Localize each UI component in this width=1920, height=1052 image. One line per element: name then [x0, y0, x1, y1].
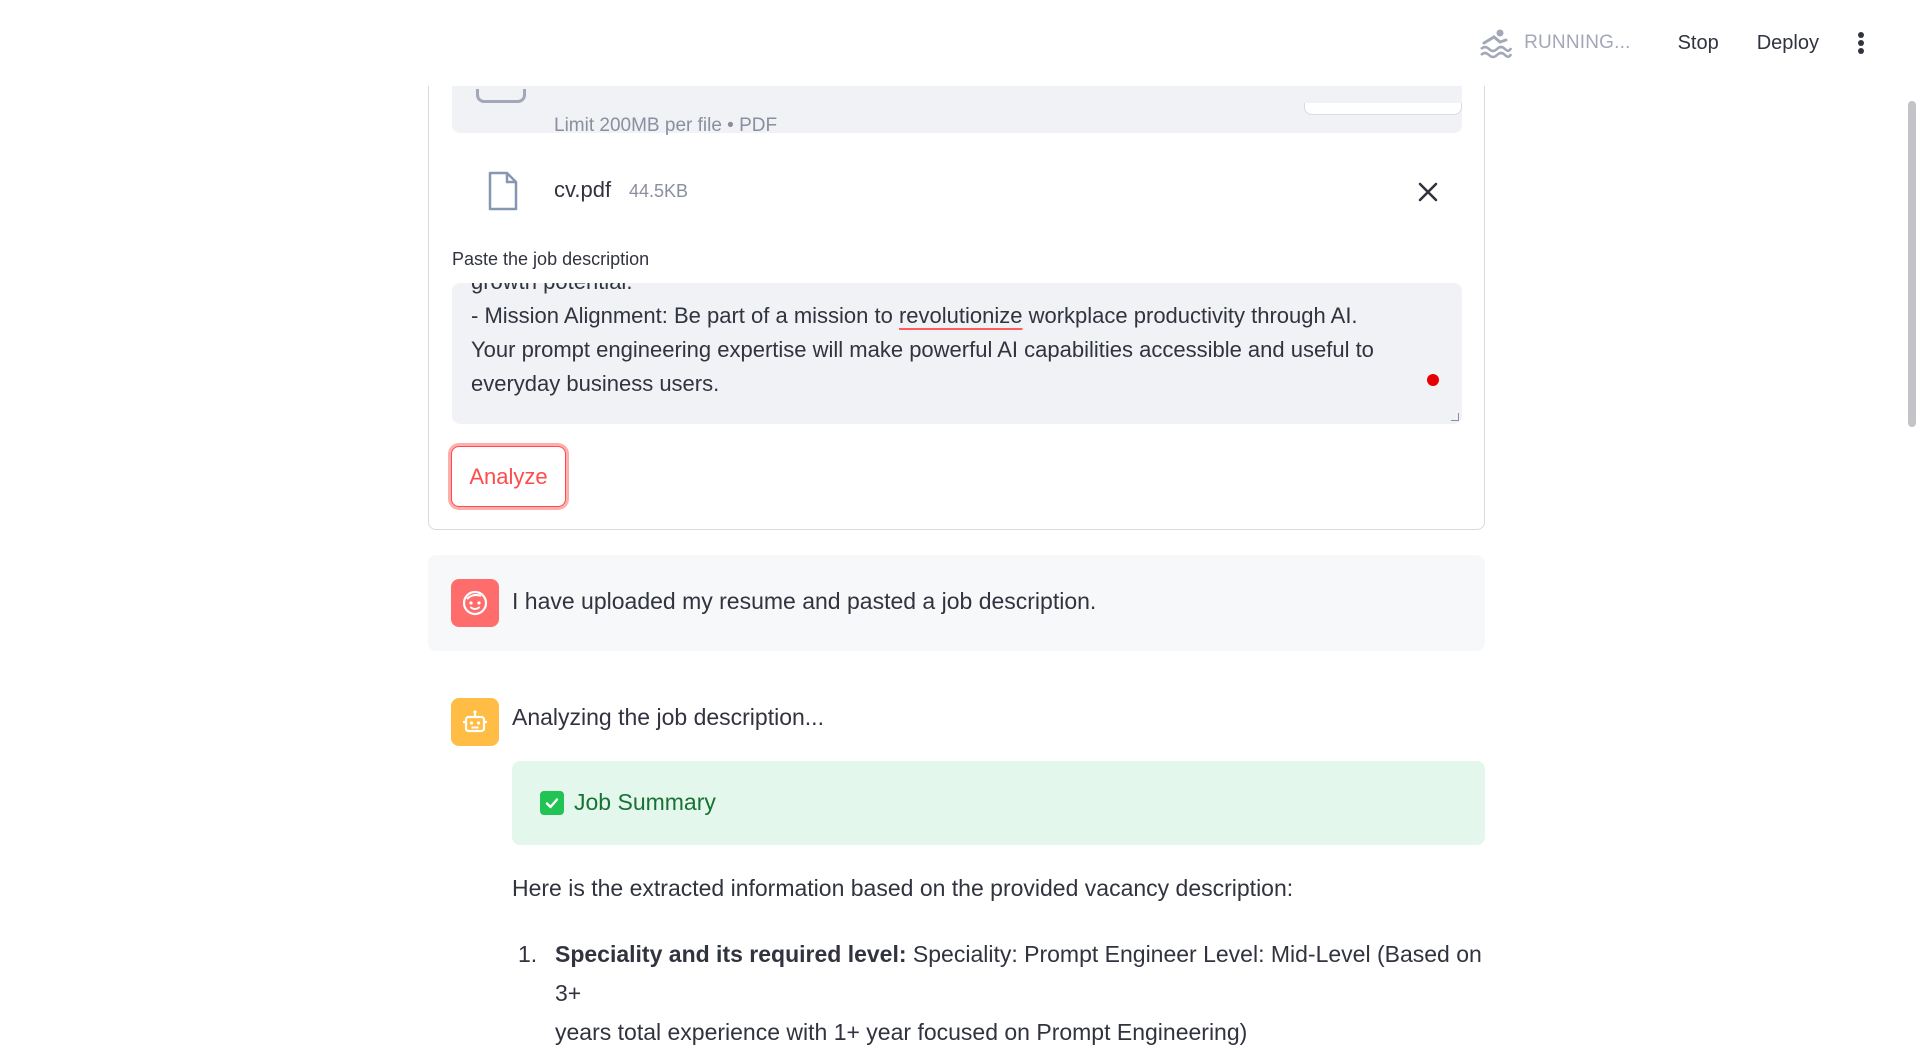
list-number: 1.	[518, 941, 538, 967]
input-form: Limit 200MB per file • PDF cv.pdf 44.5KB…	[428, 40, 1485, 530]
face-icon	[462, 590, 488, 616]
textarea-line: growth potential.	[471, 283, 1431, 299]
chat-message-user: I have uploaded my resume and pasted a j…	[428, 555, 1485, 651]
job-description-textarea[interactable]: growth potential. - Mission Alignment: B…	[452, 283, 1462, 424]
uploaded-file: cv.pdf 44.5KB	[452, 151, 1462, 233]
list-item-heading: Speciality and its required level:	[555, 941, 907, 967]
cloud-upload-icon	[476, 89, 526, 103]
textarea-line: - Mission Alignment: Be part of a missio…	[471, 303, 1358, 328]
job-summary-alert: Job Summary	[512, 761, 1485, 845]
deploy-button[interactable]: Deploy	[1745, 24, 1831, 63]
assistant-message-text: Analyzing the job description...	[512, 704, 824, 730]
list-item-text-continued: years total experience with 1+ year focu…	[555, 1019, 1248, 1045]
misspelled-word: revolutionize	[898, 303, 1023, 328]
job-description-label: Paste the job description	[452, 249, 650, 269]
extract-intro-text: Here is the extracted information based …	[512, 875, 1294, 901]
analyze-button[interactable]: Analyze	[451, 446, 566, 507]
file-icon	[488, 171, 518, 211]
file-size: 44.5KB	[629, 181, 689, 201]
swimmer-icon	[1480, 29, 1513, 59]
status-text: RUNNING...	[1524, 32, 1631, 53]
list-item: Speciality and its required level: Speci…	[555, 935, 1485, 1052]
resize-handle[interactable]	[1451, 413, 1459, 421]
cursor-indicator	[1427, 374, 1439, 386]
textarea-line: everyday business users.	[471, 371, 720, 396]
upload-limit-text: Limit 200MB per file • PDF	[554, 115, 778, 136]
app-header: RUNNING... Stop Deploy	[0, 0, 1920, 86]
assistant-avatar	[451, 698, 499, 746]
robot-icon	[463, 710, 487, 733]
stop-button[interactable]: Stop	[1666, 24, 1731, 63]
checkbox-checked-icon	[540, 791, 564, 815]
close-icon[interactable]	[1415, 179, 1441, 205]
more-vertical-icon	[1858, 32, 1864, 54]
browse-files-button[interactable]	[1304, 103, 1462, 115]
user-avatar	[451, 579, 499, 627]
scrollbar-thumb[interactable]	[1908, 101, 1916, 427]
main-menu-button[interactable]	[1846, 23, 1876, 63]
user-message-text: I have uploaded my resume and pasted a j…	[512, 588, 1097, 614]
textarea-line: Your prompt engineering expertise will m…	[471, 337, 1374, 362]
running-status: RUNNING...	[1478, 26, 1631, 60]
job-summary-label: Job Summary	[574, 789, 716, 815]
file-name: cv.pdf	[554, 177, 612, 202]
